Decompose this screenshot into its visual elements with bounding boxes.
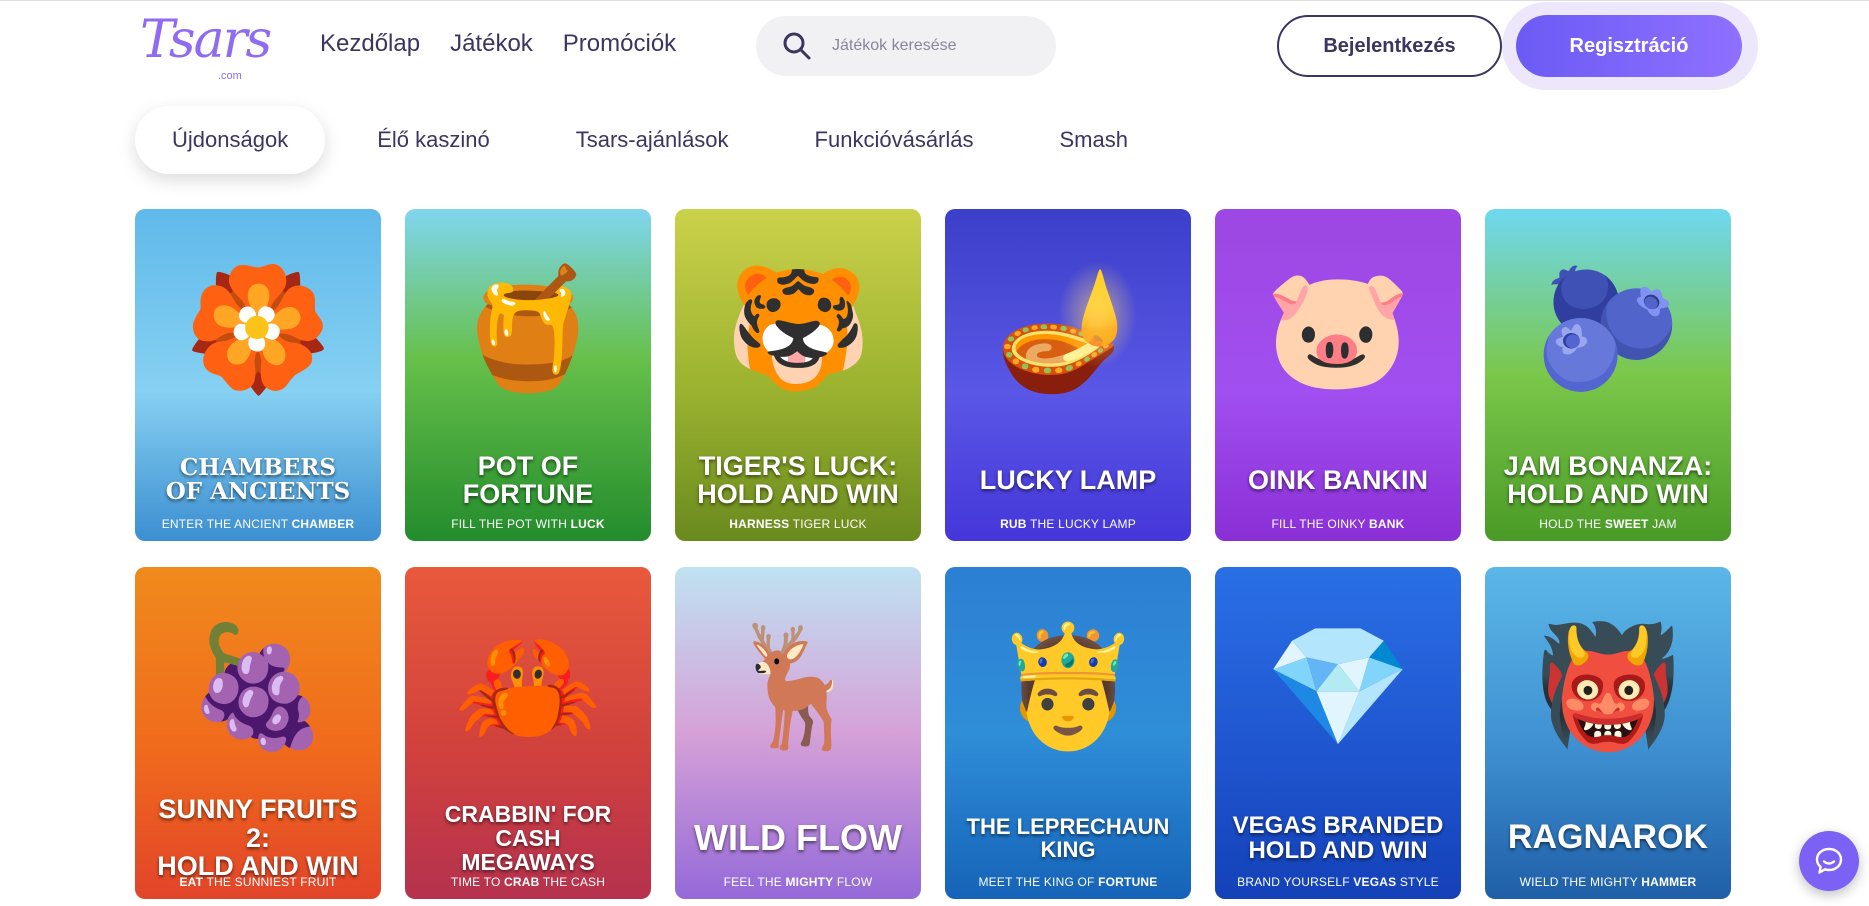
piggy-bank-icon: 🐷 — [1264, 262, 1412, 395]
game-tagline: Time to Crab the cash — [450, 875, 606, 889]
compass-medallion-icon: 🏵️ — [184, 262, 332, 395]
game-title: Chambers of Ancients — [165, 453, 351, 505]
game-tagline: Meet the king of Fortune — [978, 875, 1158, 889]
chat-button[interactable] — [1799, 831, 1859, 891]
search-box[interactable] — [756, 16, 1056, 76]
game-title: The Leprechaun King — [966, 813, 1170, 862]
chat-bubble-icon — [1815, 847, 1843, 874]
gold-pot-icon: 🍯 — [454, 262, 602, 395]
game-title: Pot of Fortune — [462, 450, 594, 509]
game-card-oink-bankin[interactable]: 🐷 Oink Bankin Fill the oinky Bank — [1215, 209, 1461, 541]
game-title: Vegas Branded Hold and Win — [1232, 811, 1444, 864]
game-card-lucky-lamp[interactable]: 🪔 Lucky Lamp Rub the lucky lamp — [945, 209, 1191, 541]
game-tagline: Enter the ancient Chamber — [161, 517, 355, 531]
search-icon — [783, 32, 811, 60]
game-tagline: Hold the Sweet jam — [1539, 517, 1677, 531]
game-card-chambers-of-ancients[interactable]: 🏵️ Chambers of Ancients Enter the ancien… — [135, 209, 381, 541]
game-tagline: Feel the Mighty flow — [723, 875, 873, 889]
crab-icon: 🦀 — [454, 620, 602, 753]
search-input[interactable] — [832, 37, 1032, 55]
game-card-pot-of-fortune[interactable]: 🍯 Pot of Fortune Fill the pot with Luck — [405, 209, 651, 541]
logo-text: Tsars — [140, 10, 272, 70]
game-card-leprechaun-king[interactable]: 🤴 The Leprechaun King Meet the king of F… — [945, 567, 1191, 899]
game-title: Wild Flow — [694, 817, 902, 859]
nav-home[interactable]: Kezdőlap — [320, 30, 420, 58]
game-card-jam-bonanza[interactable]: 🫐 Jam Bonanza: Hold and Win Hold the Swe… — [1485, 209, 1731, 541]
logo-subtext: .com — [218, 70, 242, 82]
nav-promotions[interactable]: Promóciók — [563, 30, 676, 58]
game-card-vegas-branded[interactable]: 💎 Vegas Branded Hold and Win Brand yours… — [1215, 567, 1461, 899]
game-card-tigers-luck[interactable]: 🐯 Tiger's Luck: Hold and Win Harness tig… — [675, 209, 921, 541]
login-button[interactable]: Bejelentkezés — [1277, 15, 1502, 77]
jam-jar-icon: 🫐 — [1534, 262, 1682, 395]
tab-feature-buy[interactable]: Funkcióvásárlás — [815, 106, 974, 174]
game-tagline: Eat the sunniest fruit — [179, 875, 337, 889]
nav-games[interactable]: Játékok — [450, 30, 533, 58]
game-title: Oink Bankin — [1248, 464, 1428, 495]
game-title: Sunny Fruits 2: Hold and Win — [157, 794, 359, 882]
register-button[interactable]: Regisztráció — [1516, 15, 1742, 77]
game-tagline: Harness tiger luck — [729, 517, 867, 531]
tiger-icon: 🐯 — [724, 262, 872, 395]
game-grid: 🏵️ Chambers of Ancients Enter the ancien… — [135, 209, 1731, 899]
game-title: Crabbin' for Cash Megaways — [444, 800, 612, 876]
tab-new[interactable]: Újdonságok — [135, 106, 326, 174]
viking-god-icon: 👹 — [1534, 620, 1682, 753]
game-tagline: Fill the oinky Bank — [1271, 517, 1405, 531]
tab-tsars-picks[interactable]: Tsars-ajánlások — [576, 106, 729, 174]
magic-lamp-icon: 🪔 — [994, 262, 1142, 395]
leprechaun-icon: 🤴 — [994, 620, 1142, 753]
game-tagline: Fill the pot with Luck — [451, 517, 605, 531]
game-tagline: Wield the mighty Hammer — [1519, 875, 1697, 889]
tsars-logo[interactable]: Tsars .com — [140, 10, 272, 84]
game-tagline: Rub the lucky lamp — [1000, 517, 1136, 531]
game-title: Ragnarok — [1507, 818, 1709, 857]
category-tabs: Újdonságok Élő kaszinó Tsars-ajánlások F… — [135, 106, 1128, 174]
game-title: Lucky Lamp — [979, 464, 1157, 495]
game-tagline: Brand yourself Vegas style — [1237, 875, 1439, 889]
sun-grapes-icon: 🍇 — [184, 620, 332, 753]
game-title: Tiger's Luck: Hold and Win — [697, 450, 899, 509]
game-title: Jam Bonanza: Hold and Win — [1503, 450, 1713, 509]
diamond-dice-icon: 💎 — [1264, 620, 1412, 753]
game-card-sunny-fruits-2[interactable]: 🍇 Sunny Fruits 2: Hold and Win Eat the s… — [135, 567, 381, 899]
game-card-wild-flow[interactable]: 🦌 Wild Flow Feel the Mighty flow — [675, 567, 921, 899]
top-border — [0, 0, 1869, 1]
main-nav: Kezdőlap Játékok Promóciók — [320, 30, 676, 58]
elk-icon: 🦌 — [724, 620, 872, 753]
tab-live-casino[interactable]: Élő kaszinó — [377, 106, 490, 174]
game-card-ragnarok[interactable]: 👹 Ragnarok Wield the mighty Hammer — [1485, 567, 1731, 899]
game-card-crabbin-for-cash[interactable]: 🦀 Crabbin' for Cash Megaways Time to Cra… — [405, 567, 651, 899]
tab-smash[interactable]: Smash — [1060, 106, 1128, 174]
